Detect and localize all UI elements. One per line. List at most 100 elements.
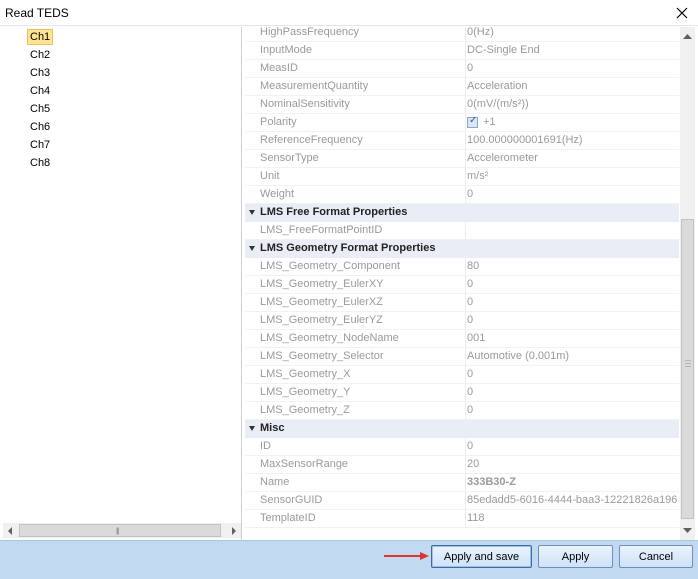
annotation-arrow-icon: [384, 552, 429, 560]
property-value: Acceleration: [467, 80, 528, 92]
property-key: SensorGUID: [260, 494, 323, 506]
property-value: 100.000000001691(Hz): [467, 134, 583, 146]
property-row[interactable]: SensorGUID 85edadd5-6016-4444-baa3-122218…: [245, 492, 679, 510]
property-value: 0: [467, 188, 474, 200]
category-free-format[interactable]: LMS Free Format Properties: [245, 204, 679, 222]
property-key: Polarity: [260, 116, 297, 128]
property-key: Name: [260, 476, 290, 488]
property-value: 333B30-Z: [467, 476, 516, 488]
property-row[interactable]: SensorType Accelerometer: [245, 150, 679, 168]
property-key: LMS_Geometry_Component: [260, 260, 401, 272]
scroll-right-icon[interactable]: [229, 526, 239, 536]
property-row[interactable]: MaxSensorRange 20: [245, 456, 679, 474]
category-title: LMS Geometry Format Properties: [260, 242, 436, 254]
property-value: 001: [467, 332, 486, 344]
property-value: Accelerometer: [467, 152, 538, 164]
property-row[interactable]: Weight 0: [245, 186, 679, 204]
property-key: ReferenceFrequency: [260, 134, 363, 146]
property-key: SensorType: [260, 152, 319, 164]
property-row[interactable]: LMS_Geometry_Y 0: [245, 384, 679, 402]
window-title: Read TEDS: [5, 6, 69, 20]
close-button[interactable]: [670, 1, 694, 25]
collapse-triangle-icon[interactable]: [249, 426, 255, 431]
property-row[interactable]: LMS_FreeFormatPointID: [245, 222, 679, 240]
close-icon: [676, 7, 688, 19]
channel-item-ch6[interactable]: Ch6: [27, 119, 53, 135]
collapse-triangle-icon[interactable]: [249, 246, 255, 251]
property-row[interactable]: ReferenceFrequency 100.000000001691(Hz): [245, 132, 679, 150]
property-value: 0: [467, 404, 474, 416]
property-value: +1: [483, 116, 496, 128]
property-value: Automotive (0.001m): [467, 350, 570, 362]
vertical-scroll-thumb[interactable]: — — —: [681, 219, 694, 519]
property-key: Unit: [260, 170, 280, 182]
category-title: LMS Free Format Properties: [260, 206, 408, 218]
property-row[interactable]: TemplateID 118: [245, 510, 679, 528]
channel-item-ch8[interactable]: Ch8: [27, 155, 53, 171]
collapse-triangle-icon[interactable]: [249, 210, 255, 215]
channel-item-ch3[interactable]: Ch3: [27, 65, 53, 81]
scroll-left-icon[interactable]: [5, 526, 15, 536]
property-vertical-scrollbar[interactable]: — — —: [680, 27, 695, 540]
property-value: 0: [467, 62, 474, 74]
property-row[interactable]: InputMode DC-Single End: [245, 42, 679, 60]
cancel-button[interactable]: Cancel: [619, 545, 693, 568]
property-value: 0: [467, 278, 474, 290]
property-key: InputMode: [260, 44, 312, 56]
scroll-up-icon[interactable]: [683, 33, 692, 39]
property-value: 0(Hz): [467, 27, 494, 38]
property-value: 0: [467, 386, 474, 398]
property-row[interactable]: MeasurementQuantity Acceleration: [245, 78, 679, 96]
category-misc[interactable]: Misc: [245, 420, 679, 438]
property-key: NominalSensitivity: [260, 98, 350, 110]
property-value: DC-Single End: [467, 44, 540, 56]
apply-and-save-button[interactable]: Apply and save: [431, 545, 532, 568]
property-value: 85edadd5-6016-4444-baa3-12221826a196: [467, 494, 678, 506]
property-key: LMS_Geometry_NodeName: [260, 332, 399, 344]
channel-item-ch1[interactable]: Ch1: [27, 29, 54, 45]
horizontal-scroll-thumb[interactable]: |||: [19, 524, 221, 537]
property-key: ID: [260, 440, 271, 452]
property-key: LMS_Geometry_EulerXZ: [260, 296, 383, 308]
property-row[interactable]: ID 0: [245, 438, 679, 456]
property-row[interactable]: LMS_Geometry_Selector Automotive (0.001m): [245, 348, 679, 366]
channel-item-ch4[interactable]: Ch4: [27, 83, 53, 99]
scroll-down-icon[interactable]: [683, 528, 692, 534]
property-row[interactable]: LMS_Geometry_Component 80: [245, 258, 679, 276]
property-key: LMS_Geometry_Z: [260, 404, 350, 416]
property-row[interactable]: NominalSensitivity 0(mV/(m/s²)): [245, 96, 679, 114]
property-value: 80: [467, 260, 480, 272]
property-value: 0: [467, 314, 474, 326]
property-value: m/s²: [467, 170, 489, 182]
polarity-checkbox[interactable]: [467, 115, 478, 128]
category-geometry[interactable]: LMS Geometry Format Properties: [245, 240, 679, 258]
property-row[interactable]: LMS_Geometry_EulerXZ 0: [245, 294, 679, 312]
channel-horizontal-scrollbar[interactable]: |||: [3, 523, 241, 538]
property-row[interactable]: LMS_Geometry_EulerYZ 0: [245, 312, 679, 330]
property-key: MeasurementQuantity: [260, 80, 369, 92]
property-key: Weight: [260, 188, 295, 200]
property-row[interactable]: LMS_Geometry_NodeName 001: [245, 330, 679, 348]
property-row[interactable]: HighPassFrequency 0(Hz): [245, 27, 679, 42]
channel-item-ch2[interactable]: Ch2: [27, 47, 53, 63]
property-row[interactable]: Polarity +1: [245, 114, 679, 132]
channel-item-ch5[interactable]: Ch5: [27, 101, 53, 117]
property-row[interactable]: LMS_Geometry_EulerXY 0: [245, 276, 679, 294]
apply-button[interactable]: Apply: [538, 545, 613, 568]
property-key: LMS_FreeFormatPointID: [260, 224, 383, 236]
property-row[interactable]: LMS_Geometry_X 0: [245, 366, 679, 384]
property-value: 0: [467, 440, 474, 452]
property-row[interactable]: Name 333B30-Z: [245, 474, 679, 492]
category-title: Misc: [260, 422, 285, 434]
property-row[interactable]: MeasID 0: [245, 60, 679, 78]
property-key: LMS_Geometry_EulerYZ: [260, 314, 383, 326]
button-bar: Apply and save Apply Cancel: [0, 540, 698, 579]
property-row[interactable]: Unit m/s²: [245, 168, 679, 186]
property-key: MeasID: [260, 62, 298, 74]
property-value: 0: [467, 296, 474, 308]
grip-icon: — — —: [685, 358, 691, 370]
channel-item-ch7[interactable]: Ch7: [27, 137, 53, 153]
channel-tree: Ch1 Ch2 Ch3 Ch4 Ch5 Ch6 Ch7 Ch8: [1, 27, 242, 540]
property-value: 20: [467, 458, 480, 470]
property-row[interactable]: LMS_Geometry_Z 0: [245, 402, 679, 420]
